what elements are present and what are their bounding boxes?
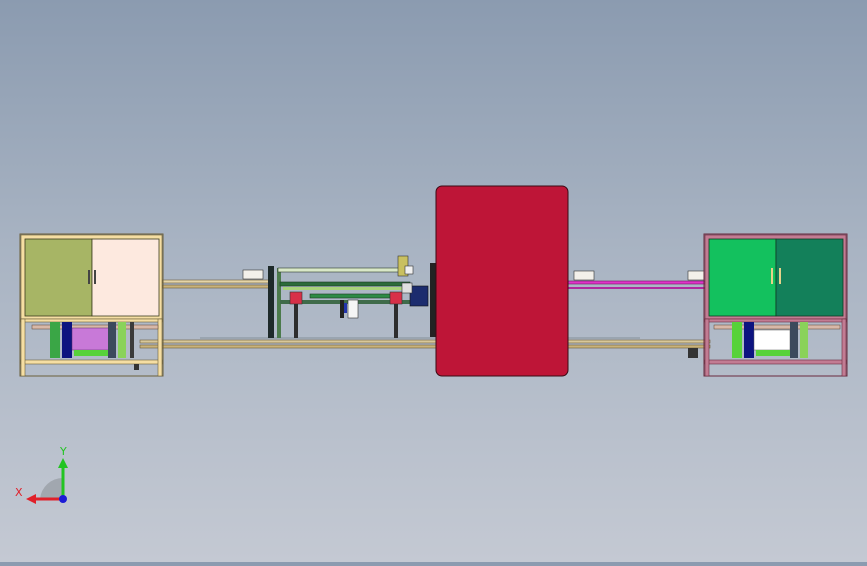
center-housing[interactable] (435, 185, 569, 377)
right-cabinet-door-right (775, 238, 844, 317)
coordinate-triad: Y X (15, 445, 68, 504)
right-sensor-block-1 (573, 270, 595, 281)
left-roller (289, 291, 303, 305)
left-cabinet-door-right (91, 238, 160, 317)
upper-left-rail (161, 269, 273, 289)
lower-rail (139, 337, 711, 349)
assembly-drawing: Y X (15, 185, 848, 504)
left-sensor-block (242, 269, 264, 280)
right-cabinet-handle (779, 268, 781, 284)
triad-plane-wedge (40, 477, 63, 499)
right-cabinet[interactable] (703, 233, 848, 377)
gantry-module (268, 255, 436, 338)
right-cabinet-handle (771, 268, 773, 284)
drive-motor (409, 285, 429, 307)
cad-viewport[interactable]: Y X (0, 0, 867, 562)
z-axis-dot (59, 495, 67, 503)
x-axis-arrowhead (26, 494, 36, 504)
y-axis-label: Y (59, 445, 67, 458)
right-foot-clamp (688, 348, 698, 358)
y-axis-arrowhead (58, 458, 68, 468)
left-cabinet-handle (88, 270, 90, 284)
right-cabinet-door-left (708, 238, 777, 317)
left-cabinet-handle (94, 270, 96, 284)
right-sensor-block-2 (687, 270, 705, 281)
left-cabinet[interactable] (19, 233, 164, 377)
right-roller (389, 291, 403, 305)
left-cabinet-door-left (24, 238, 93, 317)
x-axis-label: X (15, 486, 23, 499)
